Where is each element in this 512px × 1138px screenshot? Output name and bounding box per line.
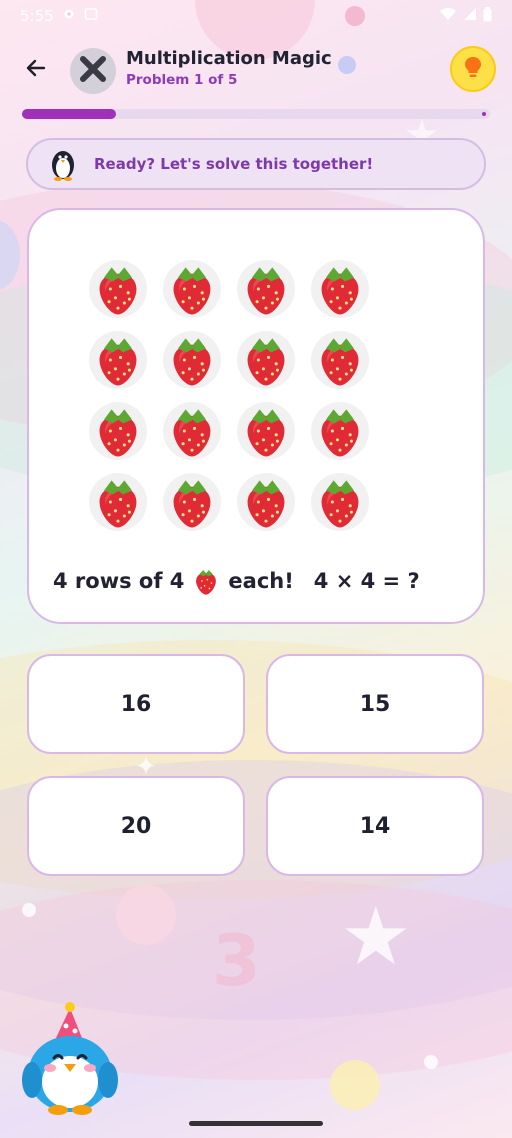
answer-option-2[interactable]: 15 (266, 654, 484, 754)
problem-text-prefix: 4 rows of 4 (53, 569, 185, 593)
penguin-mascot[interactable] (22, 1000, 118, 1116)
strawberry-icon (163, 331, 221, 389)
penguin-party-hat-icon (22, 1002, 118, 1115)
lightbulb-icon (462, 55, 484, 83)
progress-end-dot (482, 112, 486, 116)
strawberry-icon (311, 260, 369, 318)
screenshot-icon (84, 7, 98, 25)
answer-option-4[interactable]: 14 (266, 776, 484, 876)
strawberry-grid (89, 260, 379, 540)
answer-label: 20 (120, 813, 152, 839)
battery-icon (483, 6, 492, 26)
settings-icon (62, 7, 76, 25)
problem-text-suffix: each! (228, 569, 294, 593)
encouragement-banner: Ready? Let's solve this together! (26, 138, 486, 190)
hint-button[interactable] (450, 46, 496, 92)
strawberry-icon (89, 402, 147, 460)
answer-option-3[interactable]: 20 (27, 776, 245, 876)
penguin-icon (48, 146, 78, 182)
strawberry-icon (237, 473, 295, 531)
strawberry-icon (311, 331, 369, 389)
strawberry-icon (237, 402, 295, 460)
page-title: Multiplication Magic (126, 48, 332, 69)
header-bar: Multiplication Magic Problem 1 of 5 (0, 40, 512, 100)
back-button[interactable] (18, 52, 54, 88)
strawberry-icon (192, 566, 220, 596)
answer-label: 15 (359, 691, 391, 717)
strawberry-icon (163, 402, 221, 460)
wifi-icon (439, 7, 457, 25)
problem-counter: Problem 1 of 5 (126, 72, 238, 88)
signal-icon (463, 7, 477, 25)
strawberry-icon (163, 260, 221, 318)
encouragement-text: Ready? Let's solve this together! (94, 155, 374, 173)
home-indicator[interactable] (189, 1121, 323, 1126)
strawberry-icon (311, 473, 369, 531)
answer-label: 14 (359, 813, 391, 839)
status-bar: 5:55 (0, 0, 512, 32)
strawberry-icon (237, 260, 295, 318)
strawberry-icon (89, 473, 147, 531)
close-x-icon (78, 54, 108, 88)
topic-avatar (70, 48, 116, 94)
strawberry-icon (163, 473, 221, 531)
progress-fill (22, 109, 116, 119)
problem-card: 4 rows of 4 each! 4 × 4 = ? (27, 208, 485, 624)
status-time: 5:55 (20, 7, 54, 25)
problem-equation: 4 × 4 = ? (313, 569, 420, 593)
strawberry-icon (311, 402, 369, 460)
strawberry-icon (89, 260, 147, 318)
strawberry-icon (89, 331, 147, 389)
progress-bar (22, 109, 490, 119)
answer-label: 16 (120, 691, 152, 717)
strawberry-icon (237, 331, 295, 389)
answer-option-1[interactable]: 16 (27, 654, 245, 754)
problem-statement: 4 rows of 4 each! 4 × 4 = ? (53, 566, 420, 596)
arrow-left-icon (24, 56, 48, 84)
